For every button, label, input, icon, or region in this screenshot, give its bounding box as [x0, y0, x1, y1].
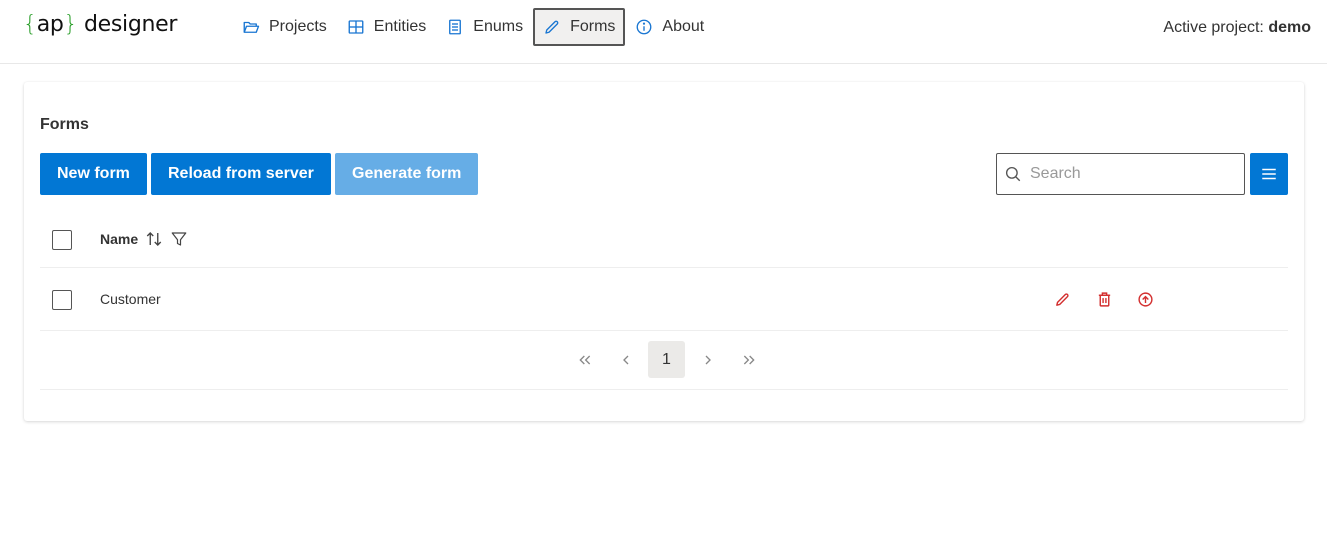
- next-page-button[interactable]: [689, 341, 726, 378]
- table-header-row: Name: [40, 209, 1288, 268]
- search-field[interactable]: [996, 153, 1245, 195]
- edit-icon[interactable]: [1053, 290, 1071, 308]
- previous-page-button[interactable]: [607, 341, 644, 378]
- nav-entities[interactable]: Entities: [337, 8, 436, 46]
- pencil-icon: [545, 20, 559, 34]
- hamburger-icon: [1262, 168, 1276, 180]
- folder-open-icon: [243, 21, 260, 33]
- active-project-indicator: Active project: demo: [1163, 19, 1311, 36]
- nav-enums[interactable]: Enums: [436, 8, 533, 46]
- first-page-button[interactable]: [566, 341, 603, 378]
- chevrons-right-icon: [743, 355, 755, 364]
- table-row[interactable]: Customer: [40, 268, 1288, 331]
- forms-panel: Forms New form Reload from server Genera…: [24, 82, 1304, 421]
- nav-forms[interactable]: Forms: [533, 8, 626, 46]
- filter-icon[interactable]: [170, 230, 188, 248]
- generate-form-button[interactable]: Generate form: [335, 153, 479, 195]
- column-menu-button[interactable]: [1250, 153, 1288, 195]
- delete-icon[interactable]: [1095, 290, 1113, 308]
- search-input[interactable]: [1030, 165, 1230, 183]
- table-grid-icon: [348, 20, 364, 34]
- chevrons-left-icon: [578, 355, 590, 364]
- nav-projects[interactable]: Projects: [232, 8, 337, 46]
- info-circle-icon: [636, 19, 652, 35]
- publish-icon[interactable]: [1136, 290, 1154, 308]
- nav-about[interactable]: About: [625, 8, 714, 46]
- pagination: 1: [564, 341, 769, 378]
- select-all-checkbox[interactable]: [52, 230, 72, 250]
- main-nav: Projects Entities Enums Forms About: [232, 8, 714, 46]
- chevron-left-icon: [622, 355, 628, 364]
- page-1-button[interactable]: 1: [648, 341, 685, 378]
- app-logo[interactable]: {ap} designer: [23, 12, 177, 37]
- reload-from-server-button[interactable]: Reload from server: [151, 153, 331, 195]
- column-header-name[interactable]: Name: [100, 231, 138, 247]
- panel-title: Forms: [40, 116, 89, 133]
- new-form-button[interactable]: New form: [40, 153, 147, 195]
- list-book-icon: [449, 19, 462, 35]
- chevron-right-icon: [705, 355, 711, 364]
- last-page-button[interactable]: [730, 341, 767, 378]
- sort-icon[interactable]: [145, 230, 163, 248]
- top-navbar: {ap} designer Projects Entities Enums Fo…: [0, 0, 1327, 64]
- search-icon: [1005, 166, 1021, 182]
- row-checkbox[interactable]: [52, 290, 72, 310]
- form-name-cell: Customer: [100, 291, 161, 307]
